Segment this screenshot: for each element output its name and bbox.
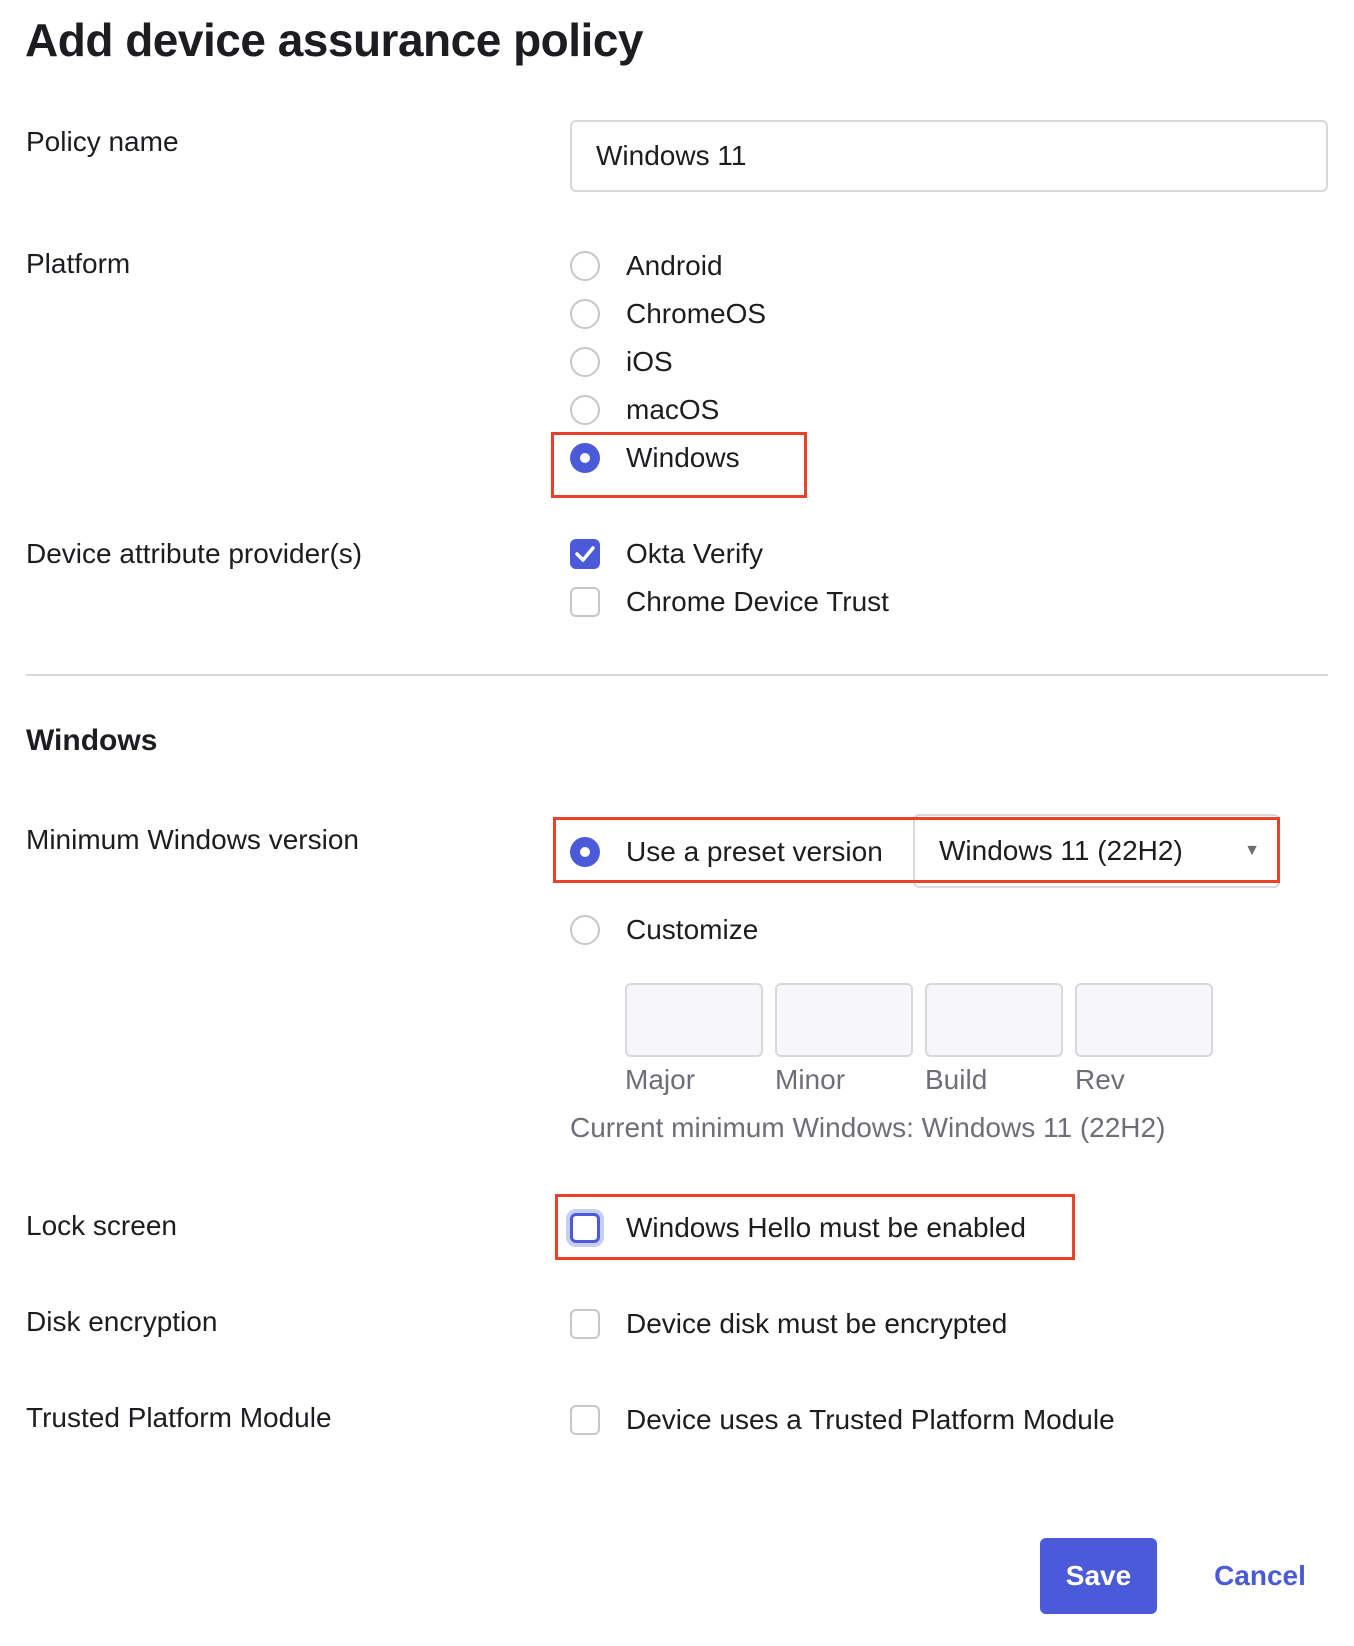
policy-name-input[interactable]: Windows 11: [570, 120, 1328, 192]
check-icon: [575, 546, 595, 562]
platform-option-windows[interactable]: Windows: [570, 438, 740, 478]
platform-option-ios[interactable]: iOS: [570, 342, 673, 382]
min-version-label: Minimum Windows version: [26, 824, 359, 855]
dropdown-caret-icon: ▼: [1244, 842, 1260, 859]
radio-chromeos[interactable]: [570, 299, 600, 329]
preset-version-value: Windows 11 (22H2): [939, 835, 1183, 866]
disk-encryption-label: Disk encryption: [26, 1306, 218, 1337]
radio-ios[interactable]: [570, 347, 600, 377]
version-rev-input[interactable]: [1075, 983, 1213, 1057]
save-button[interactable]: Save: [1040, 1538, 1157, 1614]
customize-option[interactable]: Customize: [570, 910, 758, 950]
preset-version-label: Use a preset version: [626, 836, 883, 867]
version-build-input[interactable]: [925, 983, 1063, 1057]
platform-option-macos[interactable]: macOS: [570, 390, 719, 430]
platform-option-label: macOS: [626, 394, 720, 425]
cancel-button[interactable]: Cancel: [1190, 1538, 1330, 1614]
customize-label: Customize: [626, 914, 759, 945]
tpm-option[interactable]: Device uses a Trusted Platform Module: [570, 1400, 1115, 1440]
lock-screen-label: Lock screen: [26, 1210, 177, 1241]
version-rev-label: Rev: [1075, 1064, 1125, 1095]
lock-screen-option[interactable]: Windows Hello must be enabled: [570, 1208, 1026, 1248]
platform-option-label: Android: [626, 250, 723, 281]
provider-label: Okta Verify: [626, 538, 763, 569]
radio-windows[interactable]: [570, 443, 600, 473]
platform-option-android[interactable]: Android: [570, 246, 723, 286]
checkbox-okta-verify[interactable]: [570, 539, 600, 569]
disk-encryption-option-label: Device disk must be encrypted: [626, 1308, 1008, 1339]
platform-option-label: Windows: [626, 442, 740, 473]
version-major-input[interactable]: [625, 983, 763, 1057]
section-divider: [26, 674, 1328, 676]
platform-option-label: ChromeOS: [626, 298, 767, 329]
platform-option-chromeos[interactable]: ChromeOS: [570, 294, 766, 334]
radio-macos[interactable]: [570, 395, 600, 425]
preset-version-option[interactable]: Use a preset version: [570, 832, 883, 872]
providers-label: Device attribute provider(s): [26, 538, 363, 569]
version-major-label: Major: [625, 1064, 696, 1095]
radio-android[interactable]: [570, 251, 600, 281]
platform-label: Platform: [26, 248, 131, 279]
windows-section-title: Windows: [26, 724, 158, 757]
version-minor-label: Minor: [775, 1064, 846, 1095]
checkbox-windows-hello[interactable]: [570, 1213, 600, 1243]
version-build-label: Build: [925, 1064, 988, 1095]
radio-customize[interactable]: [570, 915, 600, 945]
platform-option-label: iOS: [626, 346, 673, 377]
current-minimum-hint: Current minimum Windows: Windows 11 (22H…: [570, 1112, 1166, 1143]
tpm-option-label: Device uses a Trusted Platform Module: [626, 1404, 1115, 1435]
provider-label: Chrome Device Trust: [626, 586, 889, 617]
provider-okta-verify[interactable]: Okta Verify: [570, 534, 763, 574]
page-title: Add device assurance policy: [25, 14, 644, 66]
checkbox-disk-encryption[interactable]: [570, 1309, 600, 1339]
lock-screen-option-label: Windows Hello must be enabled: [626, 1212, 1026, 1243]
checkbox-chrome-device-trust[interactable]: [570, 587, 600, 617]
preset-version-select[interactable]: Windows 11 (22H2) ▼: [913, 814, 1280, 888]
provider-chrome-device-trust[interactable]: Chrome Device Trust: [570, 582, 889, 622]
checkbox-tpm[interactable]: [570, 1405, 600, 1435]
disk-encryption-option[interactable]: Device disk must be encrypted: [570, 1304, 1007, 1344]
radio-preset-version[interactable]: [570, 837, 600, 867]
version-minor-input[interactable]: [775, 983, 913, 1057]
tpm-label: Trusted Platform Module: [26, 1402, 332, 1433]
policy-name-label: Policy name: [26, 126, 179, 157]
